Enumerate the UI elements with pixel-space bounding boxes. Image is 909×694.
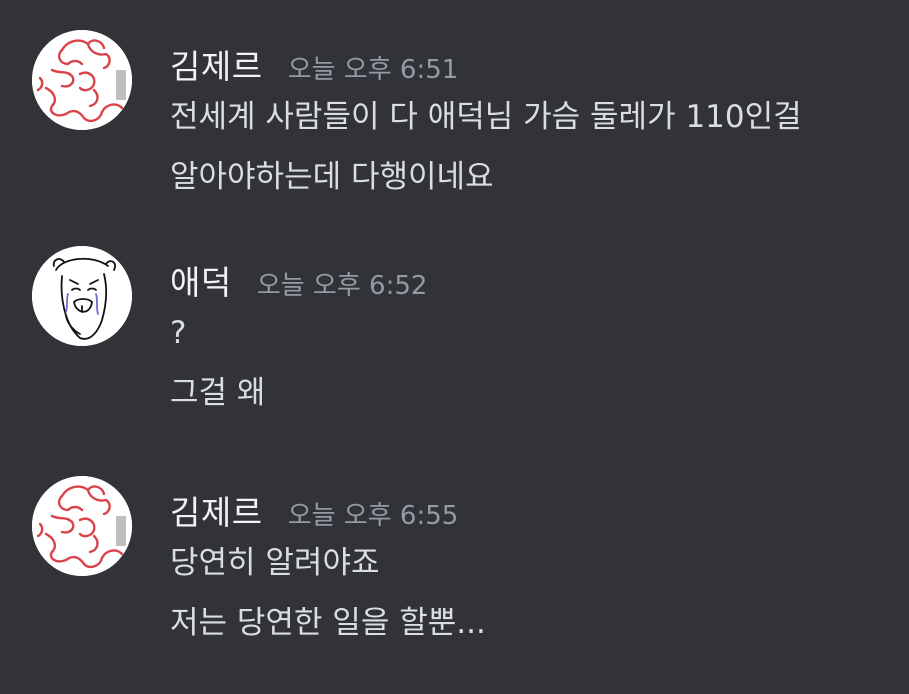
- username[interactable]: 김제르: [170, 47, 263, 86]
- message-text: 당연히 알려야죠: [170, 545, 380, 581]
- message-header: 애덕 오늘 오후 6:52: [170, 256, 428, 302]
- message-text: 저는 당연한 일을 할뿐...: [170, 605, 486, 641]
- message-text: 그걸 왜: [170, 375, 266, 411]
- username[interactable]: 김제르: [170, 493, 263, 532]
- message-content: 애덕 오늘 오후 6:52 ? 그걸 왜: [170, 256, 427, 410]
- avatar-sketch-icon: [32, 476, 132, 576]
- timestamp[interactable]: 오늘 오후 6:51: [288, 55, 459, 85]
- message-text: ?: [170, 315, 187, 351]
- avatar-face-sketch-icon: [32, 246, 132, 346]
- message-text: 전세계 사람들이 다 애덕님 가슴 둘레가 110인걸: [170, 99, 802, 135]
- avatar-sketch-icon: [32, 30, 132, 130]
- avatar[interactable]: [32, 246, 132, 346]
- username[interactable]: 애덕: [170, 263, 232, 302]
- message-header: 김제르 오늘 오후 6:51: [170, 40, 802, 86]
- timestamp[interactable]: 오늘 오후 6:52: [257, 271, 428, 301]
- avatar[interactable]: [32, 30, 132, 130]
- message-content: 김제르 오늘 오후 6:55 당연히 알려야죠 저는 당연한 일을 할뿐...: [170, 486, 486, 640]
- timestamp[interactable]: 오늘 오후 6:55: [288, 501, 459, 531]
- message-text: 알아야하는데 다행이네요: [170, 159, 494, 195]
- avatar[interactable]: [32, 476, 132, 576]
- message-header: 김제르 오늘 오후 6:55: [170, 486, 486, 532]
- chat-messages: 김제르 오늘 오후 6:51 전세계 사람들이 다 애덕님 가슴 둘레가 110…: [0, 0, 909, 694]
- message-content: 김제르 오늘 오후 6:51 전세계 사람들이 다 애덕님 가슴 둘레가 110…: [170, 40, 802, 194]
